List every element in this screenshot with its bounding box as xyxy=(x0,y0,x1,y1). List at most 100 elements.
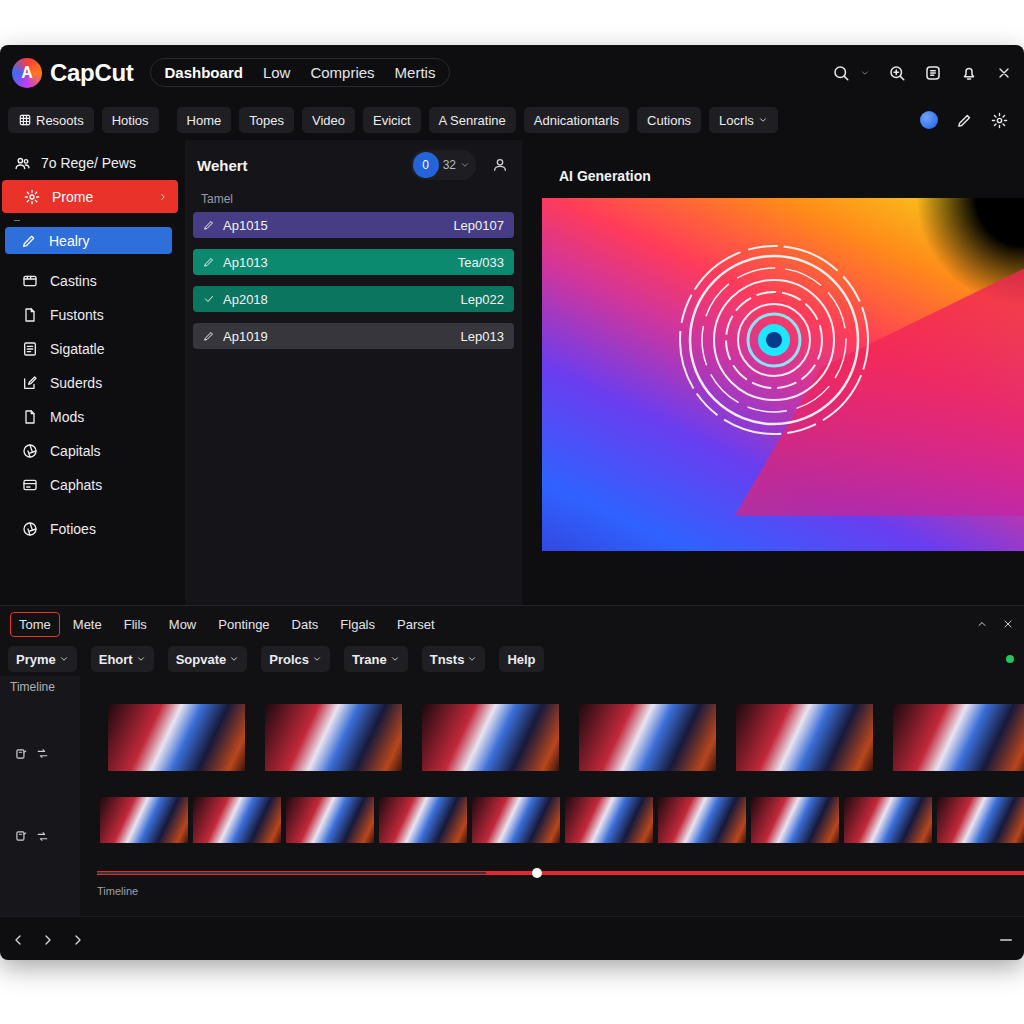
video-clip[interactable] xyxy=(472,797,560,843)
video-clip[interactable] xyxy=(658,797,746,843)
panel-tab[interactable]: Flgals xyxy=(331,612,384,637)
video-track xyxy=(80,704,1024,771)
sidebar-item[interactable]: Suderds xyxy=(0,366,180,400)
settings-icon[interactable] xyxy=(991,112,1008,129)
nav-tab[interactable]: Mertis xyxy=(395,64,436,81)
pencil-icon[interactable] xyxy=(956,112,973,129)
menu-button[interactable]: Pryme xyxy=(8,646,77,672)
chevron-down-icon xyxy=(467,654,477,664)
circle-graphic xyxy=(674,240,874,440)
playhead[interactable] xyxy=(532,868,542,878)
video-clip[interactable] xyxy=(893,704,1024,771)
menu-label: Tnsts xyxy=(430,652,465,667)
toolbar-button[interactable]: Hotios xyxy=(102,107,159,133)
panel-tab[interactable]: Tome xyxy=(10,612,60,637)
scrubber-fill xyxy=(97,872,486,874)
video-clip[interactable] xyxy=(751,797,839,843)
chevron-right-icon xyxy=(158,192,168,202)
toolbar-button[interactable]: Adnicationtarls xyxy=(524,107,629,133)
chevron-left-icon[interactable] xyxy=(10,932,26,948)
sidebar-item[interactable]: Healry xyxy=(5,227,172,254)
video-clip[interactable] xyxy=(736,704,873,771)
toolbar-button[interactable]: Cutions xyxy=(637,107,701,133)
bell-icon[interactable] xyxy=(960,64,978,82)
lock-icon[interactable] xyxy=(14,747,28,761)
toolbar-button[interactable]: Topes xyxy=(239,107,294,133)
video-clip[interactable] xyxy=(422,704,559,771)
swap-icon[interactable] xyxy=(36,747,49,760)
toolbar-button[interactable]: Video xyxy=(302,107,355,133)
sidebar-item-label: Healry xyxy=(49,233,89,249)
panel-tab[interactable]: Parset xyxy=(388,612,444,637)
panel-tab[interactable]: Flils xyxy=(115,612,156,637)
menu-button[interactable]: Sopvate xyxy=(168,646,248,672)
lock-icon[interactable] xyxy=(14,829,28,843)
status-dot xyxy=(1006,655,1014,663)
close-icon[interactable] xyxy=(1002,618,1014,630)
sidebar-item[interactable]: Caphats xyxy=(0,468,180,502)
user-button[interactable] xyxy=(486,151,514,179)
badge: 0 xyxy=(413,152,439,178)
panel-tab[interactable]: Mete xyxy=(64,612,111,637)
sidebar-item-label: Caphats xyxy=(50,477,102,493)
nav-tab[interactable]: Low xyxy=(263,64,291,81)
chevron-down-icon xyxy=(390,654,400,664)
video-clip[interactable] xyxy=(579,704,716,771)
list-row[interactable]: Ap1013Tea/033 xyxy=(193,249,514,275)
search-icon[interactable] xyxy=(832,64,850,82)
zoom-icon[interactable] xyxy=(888,64,906,82)
sidebar-item[interactable]: Mods xyxy=(0,400,180,434)
list-row[interactable]: Ap2018Lep022 xyxy=(193,286,514,312)
chevron-right-icon[interactable] xyxy=(40,932,56,948)
panel-tab[interactable]: Mow xyxy=(160,612,205,637)
toolbar-button[interactable]: Resoots xyxy=(8,107,94,133)
close-icon[interactable] xyxy=(996,65,1012,81)
toolbar-label: Cutions xyxy=(647,113,691,128)
sidebar-item[interactable]: Capitals xyxy=(0,434,180,468)
toolbar-button[interactable]: Home xyxy=(177,107,232,133)
video-clip[interactable] xyxy=(286,797,374,843)
nav-tab[interactable]: Dashboard xyxy=(165,64,243,81)
chevron-right-icon[interactable] xyxy=(70,932,86,948)
panel-tab[interactable]: Dats xyxy=(283,612,328,637)
video-clip[interactable] xyxy=(100,797,188,843)
chevron-up-icon[interactable] xyxy=(976,618,988,630)
sidebar-item[interactable]: Castins xyxy=(0,264,180,298)
video-clip[interactable] xyxy=(379,797,467,843)
sidebar-item[interactable]: Fustonts xyxy=(0,298,180,332)
sidebar-item[interactable]: Prome xyxy=(2,180,178,213)
toolbar-button[interactable]: Locrls xyxy=(709,107,778,133)
pencil-icon xyxy=(203,219,215,231)
video-clip[interactable] xyxy=(193,797,281,843)
nav-tab[interactable]: Compries xyxy=(310,64,374,81)
menu-button[interactable]: Trane xyxy=(344,646,408,672)
video-clip[interactable] xyxy=(565,797,653,843)
scrubber-track[interactable] xyxy=(97,871,1024,875)
document-icon[interactable] xyxy=(924,64,942,82)
sidebar-item[interactable]: Fotioes xyxy=(0,512,180,546)
list-row[interactable]: Ap1015Lep0107 xyxy=(193,212,514,238)
pencil-icon xyxy=(203,330,215,342)
video-clip[interactable] xyxy=(108,704,245,771)
color-picker[interactable] xyxy=(920,111,938,129)
video-clip[interactable] xyxy=(844,797,932,843)
swap-icon[interactable] xyxy=(36,830,49,843)
toolbar-label: Video xyxy=(312,113,345,128)
check-icon xyxy=(203,293,215,305)
toolbar-button[interactable]: Evicict xyxy=(363,107,421,133)
sidebar-item[interactable]: Sigatatle xyxy=(0,332,180,366)
toolbar-tools xyxy=(920,111,1016,129)
chevron-down-icon[interactable] xyxy=(860,68,870,78)
panel-tab[interactable]: Pontinge xyxy=(209,612,278,637)
toolbar-button[interactable]: A Senratine xyxy=(429,107,516,133)
timeline-label: Timeline xyxy=(0,676,80,702)
minimize-icon[interactable] xyxy=(998,932,1014,948)
menu-button[interactable]: Help xyxy=(499,646,543,672)
count-selector[interactable]: 032 xyxy=(411,150,476,180)
menu-button[interactable]: Prolcs xyxy=(261,646,330,672)
menu-button[interactable]: Ehort xyxy=(91,646,154,672)
video-clip[interactable] xyxy=(937,797,1024,843)
video-clip[interactable] xyxy=(265,704,402,771)
menu-button[interactable]: Tnsts xyxy=(422,646,486,672)
list-row[interactable]: Ap1019Lep013 xyxy=(193,323,514,349)
